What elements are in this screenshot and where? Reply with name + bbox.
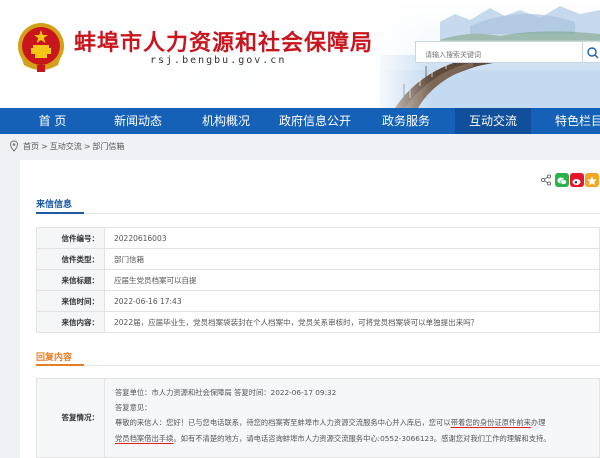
letter-type-value: 部门信箱 bbox=[104, 248, 600, 270]
nav-item-featured[interactable]: 特色栏目 bbox=[548, 108, 600, 134]
search-icon bbox=[587, 47, 599, 59]
reply-body-line-2: 党员档案借出手续。如有不清楚的地方，请电话咨询蚌埠市人力资源交流服务中心:055… bbox=[115, 434, 551, 444]
nav-item-news[interactable]: 新闻动态 bbox=[103, 108, 173, 134]
search-button[interactable] bbox=[583, 41, 600, 63]
letter-number-label: 信件编号： bbox=[36, 227, 105, 249]
nav-item-interaction[interactable]: 互动交流 bbox=[455, 108, 531, 134]
letter-content-label: 来信内容： bbox=[36, 311, 105, 333]
breadcrumb-interaction[interactable]: 互动交流 bbox=[50, 141, 82, 152]
nav-item-organization[interactable]: 机构概况 bbox=[190, 108, 262, 134]
letter-title-value: 应届生党员档案可以自提 bbox=[104, 269, 600, 291]
letter-time-label: 来信时间： bbox=[36, 290, 105, 312]
reply-column-divider bbox=[104, 378, 105, 458]
section-accent-bar bbox=[36, 212, 84, 214]
reply-text: 。如有不清楚的地方，请电话咨询蚌埠市人力资源交流服务中心:0552-306612… bbox=[173, 434, 551, 443]
section-divider bbox=[36, 213, 600, 214]
letter-type-label: 信件类型： bbox=[36, 248, 105, 270]
nav-item-services[interactable]: 政务服务 bbox=[368, 108, 444, 134]
favorite-share-icon[interactable] bbox=[585, 173, 599, 187]
site-url: rsj.bengbu.gov.cn bbox=[150, 55, 287, 66]
site-header: 蚌埠市人力资源和社会保障局 rsj.bengbu.gov.cn bbox=[0, 0, 600, 108]
nav-item-home[interactable]: 首 页 bbox=[25, 108, 80, 134]
reply-text: 尊敬的来信人：您好！已与您电话联系，待您的档案寄至蚌埠市人力资源交流服务中心并入… bbox=[115, 418, 451, 427]
section-accent-bar bbox=[36, 364, 84, 366]
letter-content-value: 2022届，应届毕业生，党员档案袋装封在个人档案中，党员关系审核时，可将党员档案… bbox=[104, 311, 600, 333]
section-divider bbox=[36, 365, 600, 366]
search-input[interactable] bbox=[416, 45, 582, 65]
table-row: 来信标题： 应届生党员档案可以自提 bbox=[36, 269, 600, 291]
share-icon[interactable] bbox=[540, 173, 552, 187]
breadcrumb-separator: > bbox=[41, 141, 48, 151]
letter-info-heading: 来信信息 bbox=[36, 200, 73, 210]
wechat-share-icon[interactable] bbox=[555, 173, 569, 187]
reply-unit-time: 答复单位：市人力资源和社会保障局 答复时间：2022-06-17 09:32 bbox=[115, 388, 337, 397]
reply-text-highlight: 党员档案借出手续 bbox=[115, 434, 174, 443]
breadcrumb-current: 部门信箱 bbox=[92, 141, 125, 151]
weibo-share-icon[interactable] bbox=[570, 173, 584, 187]
letter-number-value: 20220616003 bbox=[104, 227, 600, 249]
main-nav: 首 页 新闻动态 机构概况 政府信息公开 政务服务 互动交流 特色栏目 bbox=[0, 108, 600, 134]
letter-time-value: 2022-06-16 17:43 bbox=[104, 290, 600, 312]
reply-text-highlight: 带着您的身份证原件前来 bbox=[450, 418, 531, 427]
reply-body-line-1: 尊敬的来信人：您好！已与您电话联系，待您的档案寄至蚌埠市人力资源交流服务中心并入… bbox=[115, 418, 546, 428]
site-title: 蚌埠市人力资源和社会保障局 bbox=[74, 31, 374, 56]
reply-heading: 回复内容 bbox=[36, 353, 73, 363]
letter-info-table: 信件编号： 20220616003 信件类型： 部门信箱 来信标题： 应届生党员… bbox=[36, 227, 600, 333]
national-emblem-icon bbox=[18, 23, 64, 72]
nav-item-gov-info[interactable]: 政府信息公开 bbox=[270, 108, 360, 134]
table-row: 信件类型： 部门信箱 bbox=[36, 248, 600, 270]
breadcrumb: 首页 > 互动交流 > 部门信箱 bbox=[8, 138, 126, 154]
breadcrumb-home[interactable]: 首页 bbox=[23, 141, 39, 152]
table-row: 信件编号： 20220616003 bbox=[36, 227, 600, 249]
table-row: 来信内容： 2022届，应届毕业生，党员档案袋装封在个人档案中，党员关系审核时，… bbox=[36, 311, 600, 333]
location-pin-icon bbox=[9, 140, 19, 152]
reply-text: 办理 bbox=[530, 418, 546, 427]
letter-title-label: 来信标题： bbox=[36, 269, 105, 291]
search-box bbox=[415, 41, 583, 65]
breadcrumb-separator: > bbox=[83, 141, 91, 151]
reply-status-label: 答复情况： bbox=[61, 413, 100, 422]
table-row: 来信时间： 2022-06-16 17:43 bbox=[36, 290, 600, 312]
reply-opinion-label: 答复意见： bbox=[115, 403, 152, 412]
